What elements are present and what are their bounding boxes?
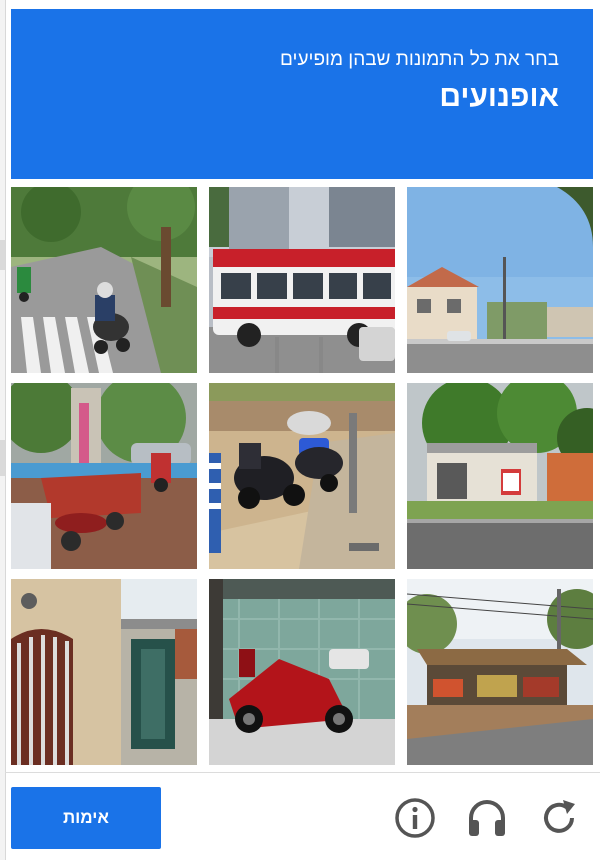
image-tile-7[interactable] — [11, 579, 197, 765]
image-tile-5[interactable] — [209, 383, 395, 569]
image-tile-4[interactable] — [11, 383, 197, 569]
tile-image — [11, 187, 197, 373]
image-tile-3[interactable] — [407, 187, 593, 373]
footer-divider — [5, 772, 600, 773]
tile-image — [209, 187, 395, 373]
image-tile-2[interactable] — [209, 187, 395, 373]
challenge-instruction: בחר את כל התמונות שבהן מופיעים — [280, 49, 559, 70]
tile-image — [11, 383, 197, 569]
challenge-header: בחר את כל התמונות שבהן מופיעים אופנועים — [11, 9, 593, 179]
tile-image — [407, 187, 593, 373]
challenge-target: אופנועים — [439, 80, 559, 113]
tile-image — [407, 579, 593, 765]
tile-image — [11, 579, 197, 765]
image-tile-8[interactable] — [209, 579, 395, 765]
image-grid — [11, 187, 593, 765]
image-tile-9[interactable] — [407, 579, 593, 765]
tile-image — [209, 579, 395, 765]
tile-image — [209, 383, 395, 569]
verify-button[interactable]: אימות — [11, 787, 161, 849]
tile-image — [407, 383, 593, 569]
audio-icon[interactable] — [465, 796, 509, 840]
info-icon[interactable] — [393, 796, 437, 840]
image-tile-1[interactable] — [11, 187, 197, 373]
reload-icon[interactable] — [537, 796, 581, 840]
image-tile-6[interactable] — [407, 383, 593, 569]
